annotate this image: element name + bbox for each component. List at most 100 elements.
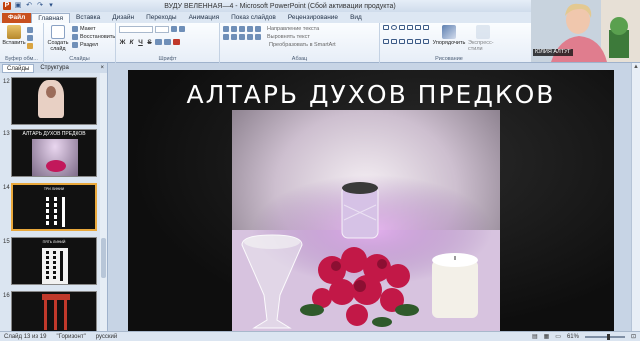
slide-title[interactable]: АЛТАРЬ ДУХОВ ПРЕДКОВ [128, 80, 614, 109]
slides-panel: Слайды Структура × 12 13 АЛТАРЬ ДУХОВ ПР… [0, 63, 108, 339]
copy-button[interactable] [27, 34, 33, 42]
tab-insert[interactable]: Вставка [70, 13, 106, 23]
font-size-select[interactable] [155, 25, 169, 33]
new-slide-button[interactable]: Создать слайд [47, 25, 69, 52]
paste-icon [7, 25, 21, 39]
font-color-icon[interactable] [173, 39, 180, 45]
text-direction-button[interactable]: Направление текста [267, 26, 319, 32]
slide-editor: АЛТАРЬ ДУХОВ ПРЕДКОВ ▲ [109, 63, 640, 332]
reset-icon [72, 34, 78, 40]
shapes-gallery[interactable] [383, 25, 430, 52]
block-arrow-shape-icon [399, 39, 405, 44]
format-painter-icon [27, 43, 33, 49]
tab-file[interactable]: Файл [2, 13, 32, 23]
shrink-font-icon[interactable] [179, 26, 185, 32]
indent-more-icon[interactable] [247, 26, 253, 32]
scrollbar-thumb[interactable] [101, 238, 106, 278]
zoom-level[interactable]: 61% [567, 334, 579, 340]
paste-button[interactable]: Вставить [2, 25, 26, 46]
slides-panel-scrollbar[interactable] [100, 73, 107, 331]
window-title: ВУДУ ВЕЛЕННАЯ—4 - Microsoft PowerPoint (… [164, 2, 396, 10]
normal-view-icon[interactable]: ▤ [532, 333, 538, 340]
arrange-icon [442, 25, 456, 39]
slide-thumbnail-12[interactable]: 12 [0, 77, 100, 127]
zoom-slider[interactable] [584, 333, 625, 340]
star-shape-icon [423, 25, 429, 30]
reset-button[interactable]: Восстановить [72, 33, 115, 41]
tab-slideshow[interactable]: Показ слайдов [225, 13, 282, 23]
language-indicator[interactable]: русский [96, 334, 118, 340]
rounded-rect-shape-icon [415, 39, 421, 44]
tab-outline[interactable]: Структура [36, 64, 72, 73]
tab-review[interactable]: Рецензирование [282, 13, 344, 23]
quick-styles-button[interactable]: Экспресс-стили [468, 25, 498, 52]
fit-to-window-icon[interactable]: ⊡ [631, 333, 636, 340]
line-spacing-icon[interactable] [255, 26, 261, 32]
oval-shape-icon [391, 25, 397, 30]
line-shape-icon [407, 25, 413, 30]
layout-button[interactable]: Макет [72, 25, 115, 33]
align-left-icon[interactable] [223, 34, 229, 40]
copy-icon [27, 35, 33, 41]
scroll-up-icon[interactable]: ▲ [632, 63, 640, 72]
slide-thumbnail-14[interactable]: 14 ТРИ ЛИНИИ [0, 183, 100, 233]
slide-thumb-image: ПЯТЬ ЛИНИЙ [11, 237, 97, 285]
grow-font-icon[interactable] [171, 26, 177, 32]
strikethrough-button[interactable]: S [146, 39, 153, 46]
justify-icon[interactable] [247, 34, 253, 40]
group-label-slides: Слайды [69, 56, 90, 62]
tab-view[interactable]: Вид [344, 13, 368, 23]
current-slide[interactable]: АЛТАРЬ ДУХОВ ПРЕДКОВ [128, 70, 614, 332]
bold-button[interactable]: Ж [119, 39, 126, 46]
smartart-button[interactable]: Преобразовать в SmartArt [269, 42, 336, 48]
bullets-icon[interactable] [223, 26, 229, 32]
format-painter-button[interactable] [27, 42, 33, 50]
section-button[interactable]: Раздел [72, 41, 115, 49]
numbering-icon[interactable] [231, 26, 237, 32]
zoom-slider-thumb[interactable] [606, 333, 610, 340]
tab-design[interactable]: Дизайн [106, 13, 140, 23]
align-right-icon[interactable] [239, 34, 245, 40]
spacing-icon[interactable] [164, 39, 171, 45]
section-icon [72, 42, 78, 48]
group-drawing: Упорядочить Экспресс-стили Рисование [380, 23, 518, 63]
flowchart-shape-icon [407, 39, 413, 44]
slide-thumb-image: АЛТАРЬ ДУХОВ ПРЕДКОВ [11, 129, 97, 177]
group-paragraph: Направление текста Выровнять текст Преоб… [220, 23, 380, 63]
webcam-name-label: ЮЛИЯ АЛТУГ [533, 49, 573, 56]
group-slides: Создать слайд Макет Восстановить Раздел … [44, 23, 116, 63]
callout-shape-icon [383, 39, 389, 44]
italic-button[interactable]: К [128, 39, 135, 46]
arrow-shape-icon [415, 25, 421, 30]
shadow-icon[interactable] [155, 39, 162, 45]
indent-less-icon[interactable] [239, 26, 245, 32]
underline-button[interactable]: Ч [137, 39, 144, 46]
align-center-icon[interactable] [231, 34, 237, 40]
slide-thumb-image [11, 77, 97, 125]
group-label-paragraph: Абзац [291, 56, 308, 62]
slide-counter: Слайд 13 из 19 [4, 333, 47, 340]
slide-vertical-scrollbar[interactable]: ▲ [631, 63, 640, 331]
font-name-select[interactable] [119, 25, 153, 33]
triangle-shape-icon [399, 25, 405, 30]
cut-button[interactable] [27, 26, 33, 34]
tab-home[interactable]: Главная [31, 13, 71, 23]
align-text-button[interactable]: Выровнять текст [267, 34, 310, 40]
slide-thumbnail-13[interactable]: 13 АЛТАРЬ ДУХОВ ПРЕДКОВ [0, 129, 100, 179]
altar-photo-image [232, 110, 500, 332]
tab-animation[interactable]: Анимация [183, 13, 226, 23]
tab-transitions[interactable]: Переходы [140, 13, 183, 23]
group-label-drawing: Рисование [435, 56, 463, 62]
slide-thumb-image: ТРИ ЛИНИИ [11, 183, 97, 231]
columns-icon[interactable] [255, 34, 261, 40]
slide-thumbnail-15[interactable]: 15 ПЯТЬ ЛИНИЙ [0, 237, 100, 287]
more-shapes-icon [423, 39, 429, 44]
sorter-view-icon[interactable]: ▦ [544, 333, 550, 340]
close-panel-icon[interactable]: × [100, 65, 104, 71]
tab-slides[interactable]: Слайды [2, 63, 35, 73]
layout-icon [72, 26, 78, 32]
altar-photo[interactable] [232, 110, 500, 332]
reading-view-icon[interactable]: ▭ [555, 333, 561, 340]
theme-name: "Горизонт" [56, 333, 86, 340]
arrange-button[interactable]: Упорядочить [433, 25, 465, 52]
